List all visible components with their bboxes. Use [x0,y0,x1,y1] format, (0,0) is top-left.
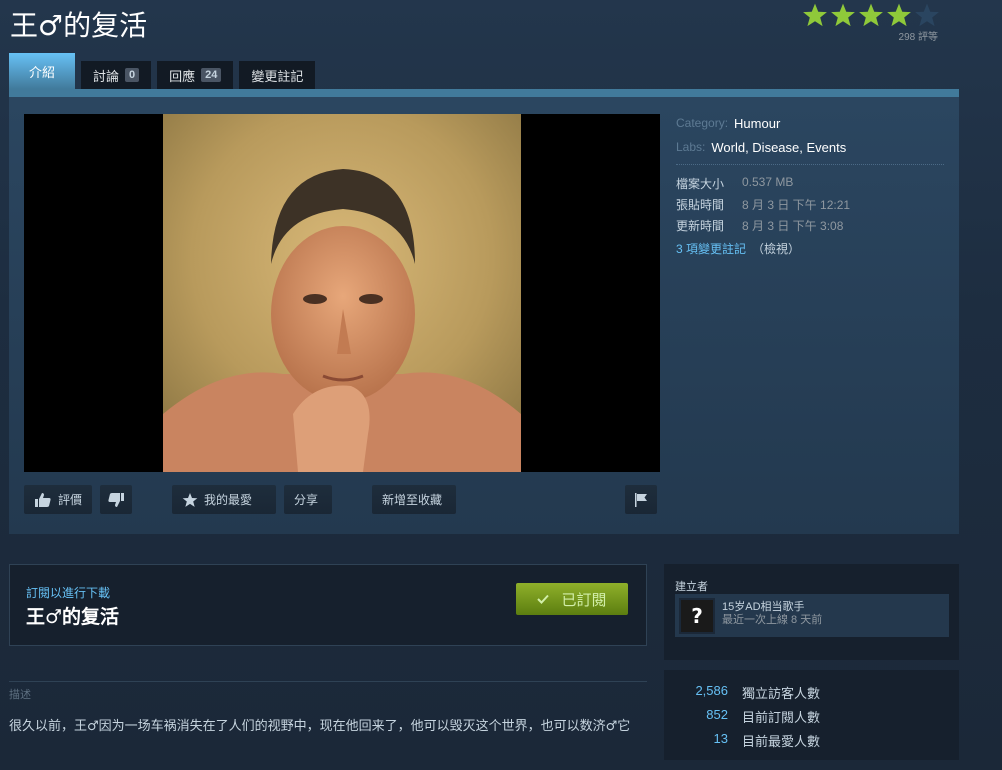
rate-up-button[interactable]: 評價 [24,485,92,514]
tab-strip [9,89,959,97]
subscribers-count: 852 [706,707,728,722]
favorites-count: 13 [713,731,728,746]
portrait-image [163,114,521,472]
flag-icon [635,492,647,507]
subscribe-label: 訂閱以進行下載 [26,586,111,600]
tab-overview[interactable]: 介紹 [9,53,76,89]
avatar[interactable]: ? [679,598,715,634]
description-text: 很久以前，王♂因为一场车祸消失在了人们的视野中，现在他回来了，他可以毁灭这个世界… [9,719,631,734]
star-empty-icon [915,3,939,27]
page-title: 王♂的复活 [10,9,148,42]
unique-visitors-label: 獨立訪客人數 [742,686,821,701]
rating-stars [802,2,940,28]
view-link[interactable]: （檢視） [752,240,800,257]
checkmark-icon [537,594,550,604]
description-divider [9,681,647,682]
thumbs-down-icon [108,492,124,507]
thumbs-up-icon [35,492,51,507]
tab-discussions[interactable]: 討論 0 [81,61,152,89]
posted-value: 8 月 3 日 下午 12:21 [742,198,851,212]
star-icon [859,3,883,27]
tab-comments[interactable]: 回應 24 [157,61,234,89]
tab-change-notes[interactable]: 變更註記 [239,61,316,89]
stats: 2,586 獨立訪客人數 852 目前訂閱人數 13 目前最愛人數 [664,683,959,755]
star-icon [803,3,827,27]
updated-label: 更新時間 [676,219,725,233]
discussions-count: 0 [125,68,140,82]
labs-label: Labs: [676,140,706,154]
item-metadata: Category: Humour Labs: World, Disease, Eve… [676,116,944,257]
report-button[interactable] [625,485,657,514]
add-to-collection-button[interactable]: 新增至收藏 [372,485,456,514]
creator-status: 最近一次上線 8 天前 [722,614,823,626]
subscribers-label: 目前訂閱人數 [742,710,821,725]
divider [676,164,944,165]
star-icon [887,3,911,27]
file-size-value: 0.537 MB [742,175,794,189]
category-label: Category: [676,116,729,130]
category-value[interactable]: Humour [734,116,780,131]
change-notes-link[interactable]: 3 項變更註記 [676,240,746,257]
labs-value[interactable]: World, Disease, Events [711,140,846,155]
creator-label: 建立者 [675,581,708,593]
star-icon [831,3,855,27]
preview-image[interactable] [24,114,660,472]
subscribed-button[interactable]: 已訂閱 [516,583,628,615]
share-button[interactable]: 分享 [284,485,332,514]
favorites-label: 目前最愛人數 [742,734,821,749]
description-label: 描述 [9,689,31,701]
star-icon [182,492,198,507]
tab-bar: 介紹 討論 0 回應 24 變更註記 [9,53,316,89]
file-size-label: 檔案大小 [676,177,725,191]
comments-count: 24 [201,68,222,82]
subscribe-title: 王♂的复活 [26,606,120,628]
updated-value: 8 月 3 日 下午 3:08 [742,219,844,233]
posted-label: 張貼時間 [676,198,725,212]
avatar-placeholder-icon: ? [681,600,713,632]
rate-down-button[interactable] [100,485,132,514]
unique-visitors-count: 2,586 [695,683,728,698]
ratings-count: 298 評等 [898,32,938,43]
favorite-button[interactable]: 我的最愛 [172,485,276,514]
